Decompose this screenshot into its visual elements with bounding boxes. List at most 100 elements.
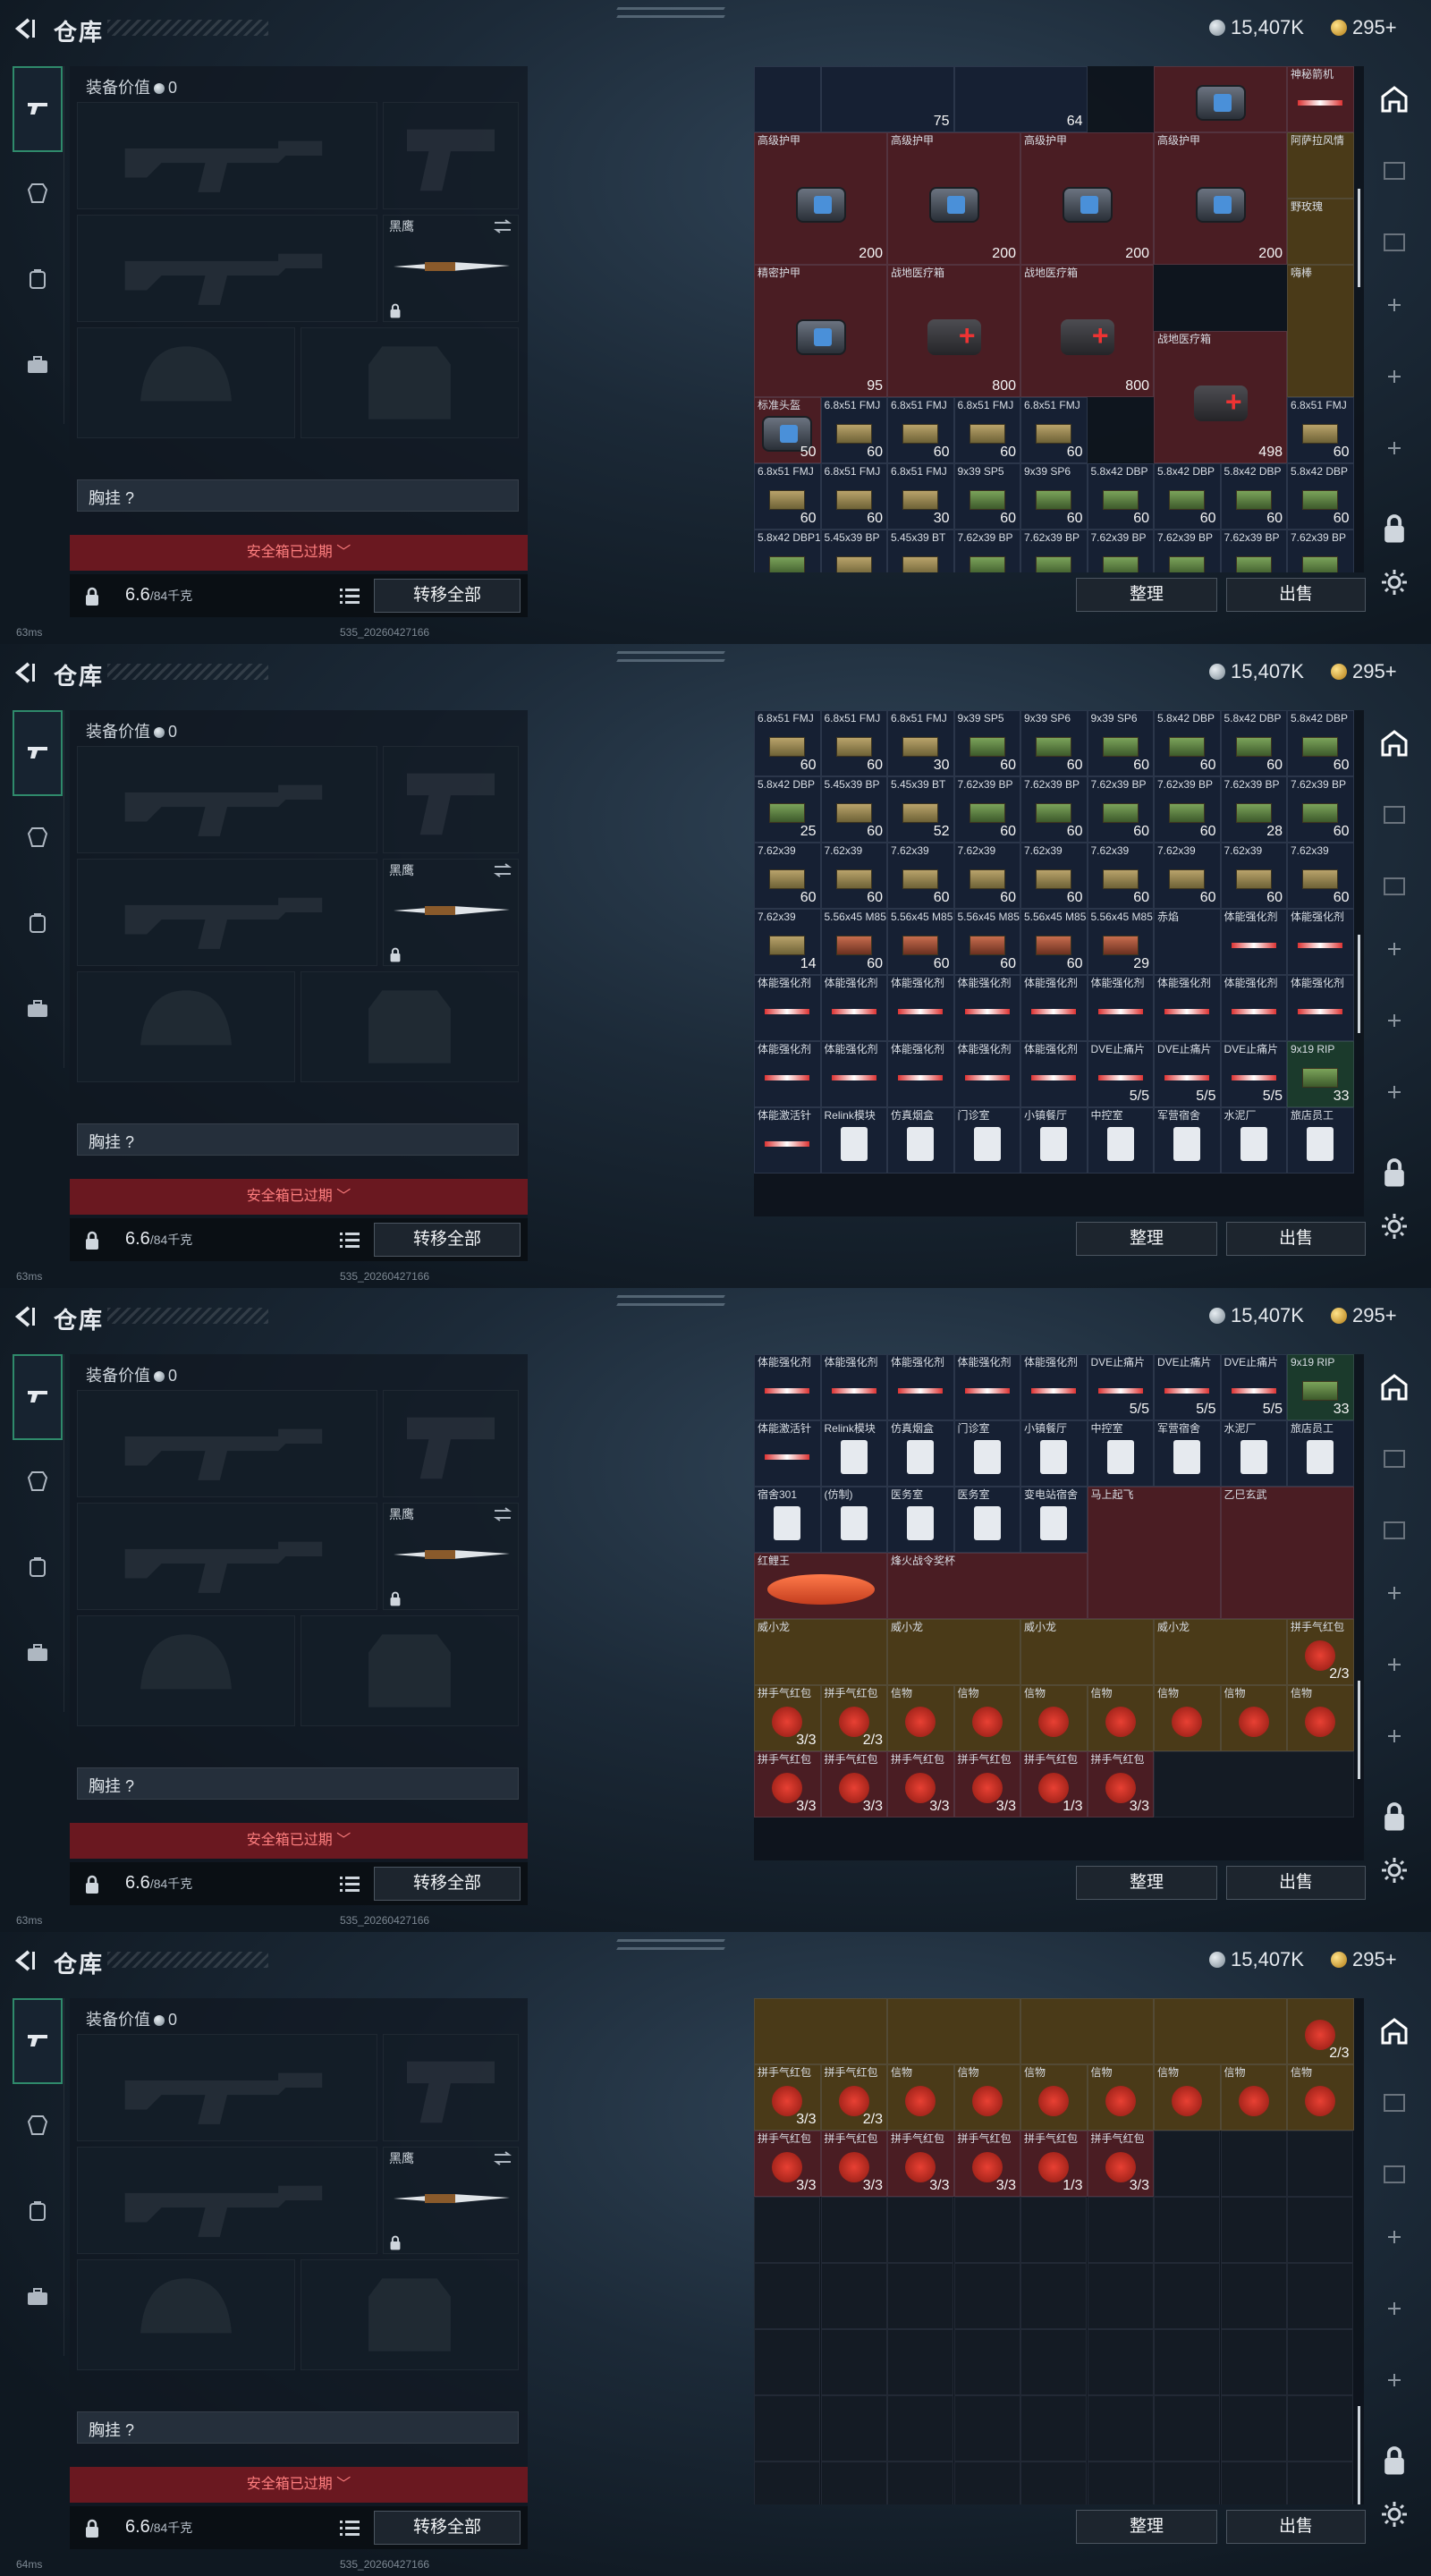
- lock-icon[interactable]: [1379, 513, 1410, 544]
- tab-backpack[interactable]: [13, 2170, 63, 2256]
- safe-box-expired-banner[interactable]: 安全箱已过期 ﹀: [70, 2467, 528, 2503]
- sidearm-slot[interactable]: [383, 1390, 519, 1497]
- stash-item[interactable]: 威小龙: [1020, 1619, 1154, 1685]
- empty-slot[interactable]: [1020, 2395, 1087, 2462]
- silver-balance[interactable]: 15,407K: [1209, 16, 1304, 39]
- stash-item[interactable]: 6.8x51 FMJ 60: [820, 710, 887, 776]
- gold-balance[interactable]: 295+: [1331, 1304, 1397, 1327]
- empty-slot[interactable]: [1220, 2263, 1287, 2329]
- stash-item[interactable]: 体能强化剂: [754, 1354, 821, 1420]
- empty-slot[interactable]: [887, 2395, 953, 2462]
- stash-item[interactable]: 信物: [1220, 2064, 1287, 2131]
- stash-item[interactable]: 信物: [887, 2064, 954, 2131]
- settings-gear-icon[interactable]: [1379, 567, 1410, 597]
- stash-item[interactable]: 7.62x39 BP60: [953, 776, 1020, 843]
- empty-slot[interactable]: [1087, 2329, 1154, 2395]
- stash-item[interactable]: 7.62x39 BP60: [1020, 530, 1088, 572]
- sell-button[interactable]: 出售: [1226, 578, 1366, 612]
- stash-item[interactable]: 拼手气红包 3/3: [953, 1751, 1020, 1818]
- stash-item[interactable]: 拼手气红包 3/3: [820, 2131, 887, 2197]
- stash-item[interactable]: [1154, 1998, 1287, 2064]
- stash-item[interactable]: 5.8x42 DBP 60: [1220, 463, 1287, 530]
- empty-slot[interactable]: [1220, 2395, 1287, 2462]
- sort-button[interactable]: 整理: [1076, 1866, 1217, 1900]
- stash-item[interactable]: 拼手气红包 3/3: [754, 1751, 821, 1818]
- stash-item[interactable]: 水泥厂: [1220, 1107, 1287, 1174]
- stash-item[interactable]: 红鲤王: [754, 1553, 887, 1619]
- stash-item[interactable]: 9x19 RIP 33: [1287, 1041, 1354, 1107]
- stash-item[interactable]: 6.8x51 FMJ 60: [953, 397, 1020, 463]
- list-icon[interactable]: [340, 1231, 360, 1249]
- stash-item[interactable]: 5.56x45 M855A1 60: [1020, 909, 1088, 975]
- empty-slot[interactable]: [887, 2197, 953, 2263]
- stash-item[interactable]: 信物: [1220, 1685, 1287, 1751]
- stash-item[interactable]: 2/3: [1287, 1998, 1354, 2064]
- stash-item[interactable]: 9x39 SP5 60: [953, 463, 1020, 530]
- primary-weapon-slot[interactable]: [77, 1390, 377, 1497]
- stash-item[interactable]: 赤焰: [1154, 909, 1221, 975]
- stash-item[interactable]: 5.8x42 DBP 60: [1087, 463, 1154, 530]
- tab-backpack[interactable]: [13, 238, 63, 324]
- tab-weapons[interactable]: [13, 1354, 63, 1440]
- add-stash-icon[interactable]: [1379, 1578, 1410, 1608]
- empty-slot[interactable]: [1154, 2131, 1220, 2197]
- settings-gear-icon[interactable]: [1379, 2499, 1410, 2529]
- empty-slot[interactable]: [1154, 2462, 1220, 2504]
- stash-tab-icon[interactable]: [1379, 1515, 1410, 1546]
- stash-item[interactable]: 体能强化剂: [953, 1041, 1020, 1107]
- add-stash-icon[interactable]: [1379, 2222, 1410, 2252]
- stash-item[interactable]: 7.62x39 60: [1220, 843, 1287, 909]
- stash-item[interactable]: 体能激活针: [754, 1420, 821, 1487]
- stash-item[interactable]: 5.8x42 DBP 60: [1287, 710, 1354, 776]
- settings-gear-icon[interactable]: [1379, 1211, 1410, 1241]
- melee-slot[interactable]: 黑鹰: [383, 1503, 519, 1610]
- stash-item[interactable]: 7.62x39 BP 28: [1220, 776, 1287, 843]
- stash-item[interactable]: 拼手气红包 1/3: [1020, 2131, 1088, 2197]
- stash-item[interactable]: 7.62x39 BP60: [1154, 530, 1221, 572]
- empty-slot[interactable]: [754, 2329, 820, 2395]
- stash-item[interactable]: 体能强化剂: [1287, 975, 1354, 1041]
- tab-case[interactable]: [13, 2256, 63, 2342]
- stash-item[interactable]: 信物: [1020, 1685, 1088, 1751]
- empty-slot[interactable]: [887, 2462, 953, 2504]
- stash-item[interactable]: 体能强化剂: [1287, 909, 1354, 975]
- stash-item[interactable]: 体能强化剂: [1220, 909, 1287, 975]
- helmet-slot[interactable]: [77, 971, 295, 1082]
- transfer-all-button[interactable]: 转移全部: [374, 1867, 521, 1901]
- stash-item[interactable]: 5.56x45 M855A1 60: [887, 909, 954, 975]
- stash-item[interactable]: 7.62x39 BP60: [1220, 530, 1287, 572]
- stash-item[interactable]: 医务室: [887, 1487, 954, 1553]
- stash-tab-icon[interactable]: [1379, 871, 1410, 902]
- stash-grid[interactable]: 2/3 拼手气红包 3/3 拼手气红包 2/3 信物 信物 信物 信物 信物 信物 信物 拼手气红包 3/…: [754, 1998, 1364, 2504]
- sort-button[interactable]: 整理: [1076, 578, 1217, 612]
- stash-item[interactable]: 7.62x39 60: [953, 843, 1020, 909]
- melee-slot[interactable]: 黑鹰: [383, 2147, 519, 2254]
- stash-item[interactable]: 7.62x39 BP60: [1020, 776, 1088, 843]
- stash-item[interactable]: DVE止痛片 5/5: [1087, 1354, 1154, 1420]
- silver-balance[interactable]: 15,407K: [1209, 660, 1304, 683]
- stash-item[interactable]: 拼手气红包 3/3: [754, 1685, 821, 1751]
- stash-item[interactable]: 信物: [1287, 2064, 1354, 2131]
- empty-slot[interactable]: [887, 2263, 953, 2329]
- settings-gear-icon[interactable]: [1379, 1855, 1410, 1885]
- list-icon[interactable]: [340, 587, 360, 605]
- stash-item[interactable]: 信物: [953, 1685, 1020, 1751]
- empty-slot[interactable]: [953, 2462, 1020, 2504]
- tab-backpack[interactable]: [13, 882, 63, 968]
- stash-item[interactable]: 7.62x39 14: [754, 909, 821, 975]
- stash-item[interactable]: 5.56x45 M855A1 60: [820, 909, 887, 975]
- stash-item[interactable]: Relink模块: [820, 1420, 887, 1487]
- stash-item[interactable]: 5.56x45 M855A1 60: [953, 909, 1020, 975]
- stash-item[interactable]: 高级护甲 200: [1020, 132, 1154, 265]
- stash-item[interactable]: DVE止痛片 5/5: [1220, 1354, 1287, 1420]
- empty-slot[interactable]: [1287, 2329, 1353, 2395]
- stash-item[interactable]: 标准头盔 50: [754, 397, 821, 463]
- stash-item[interactable]: 旅店员工: [1287, 1107, 1354, 1174]
- primary-weapon-slot[interactable]: [77, 2034, 377, 2141]
- stash-item[interactable]: 拼手气红包 3/3: [1087, 1751, 1154, 1818]
- stash-scrollbar[interactable]: [1358, 1680, 1360, 1779]
- stash-item[interactable]: 医务室: [953, 1487, 1020, 1553]
- tab-case[interactable]: [13, 324, 63, 410]
- stash-item[interactable]: 仿真烟盒: [887, 1107, 954, 1174]
- stash-item[interactable]: 9x19 RIP 33: [1287, 1354, 1354, 1420]
